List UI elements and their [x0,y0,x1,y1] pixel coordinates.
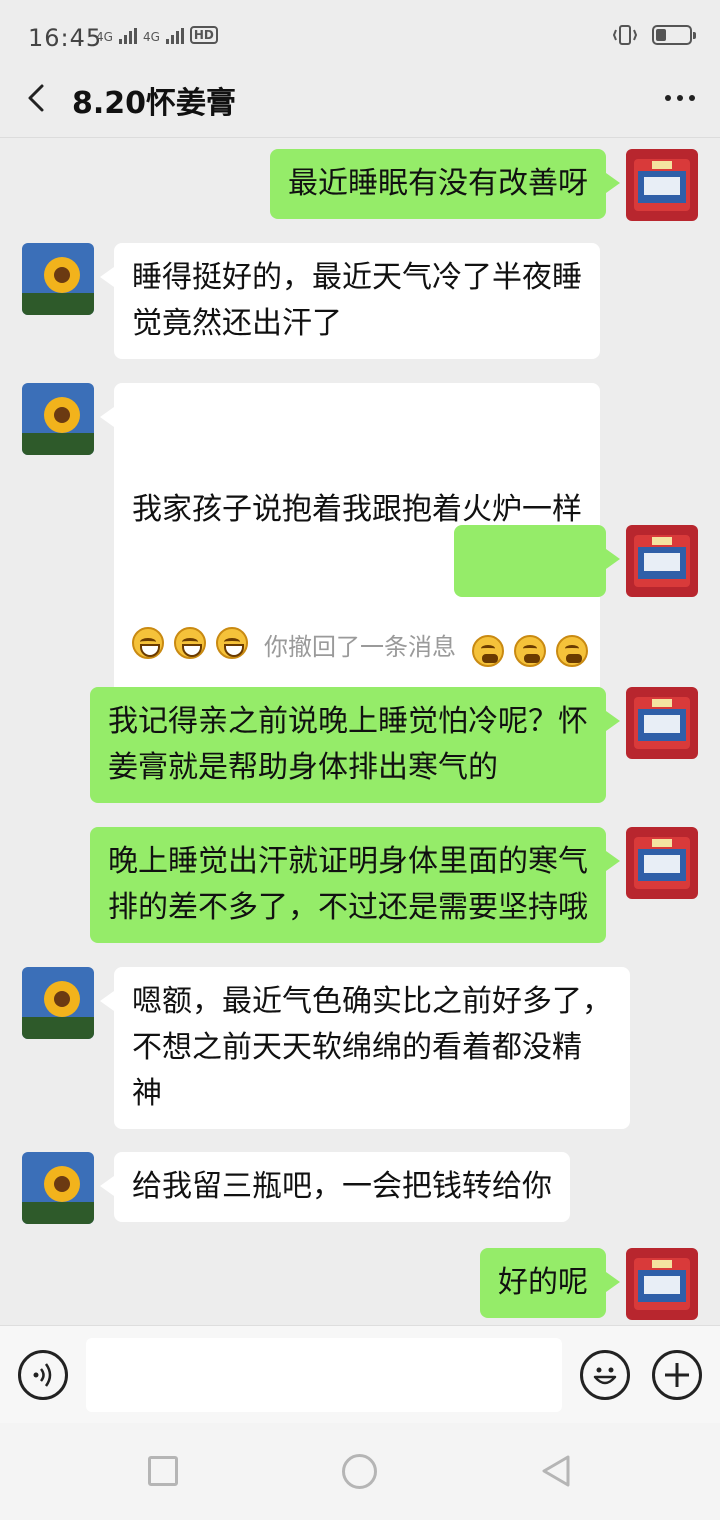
recall-notice: 你撤回了一条消息 [264,633,456,661]
system-navigation-bar [0,1423,720,1520]
battery-icon [652,25,696,45]
nav-back-icon[interactable] [538,1453,574,1489]
product-box-avatar[interactable] [626,687,698,759]
more-options-icon[interactable] [658,78,702,118]
hd-badge: HD [189,26,218,44]
back-arrow-icon[interactable] [18,78,58,118]
message-row: 睡得挺好的，最近天气冷了半夜睡 觉竟然还出汗了 [0,243,720,363]
more-actions-button[interactable] [652,1350,702,1400]
product-box-avatar[interactable] [626,149,698,221]
signal-icon [165,28,184,44]
voice-icon [33,1363,52,1387]
sunflower-avatar[interactable] [22,243,94,315]
chat-message-list[interactable]: 最近睡眠有没有改善呀 睡得挺好的，最近天气冷了半夜睡 觉竟然还出汗了 我家孩子说… [0,139,720,1325]
network-label-1: 4G [96,30,113,44]
message-row: 最近睡眠有没有改善呀 [0,149,720,223]
message-text-input[interactable] [86,1338,562,1412]
message-row: 嗯额，最近气色确实比之前好多了， 不想之前天天软绵绵的看着都没精 神 [0,967,720,1131]
my-message-bubble[interactable]: 最近睡眠有没有改善呀 [270,149,620,219]
message-row: 我家孩子说抱着我跟抱着火炉一样 [0,383,720,763]
smiley-icon [593,1367,617,1385]
signal-icon [118,28,137,44]
product-box-avatar[interactable] [626,525,698,597]
product-box-avatar[interactable] [626,1248,698,1320]
message-row: 我记得亲之前说晚上睡觉怕冷呢？怀 姜膏就是帮助身体排出寒气的 [0,687,720,807]
recent-apps-icon[interactable] [148,1456,178,1486]
battery-level [656,29,666,41]
voice-input-button[interactable] [18,1350,68,1400]
vibrate-icon [612,25,638,45]
their-message-bubble[interactable]: 给我留三瓶吧，一会把钱转给你 [100,1152,570,1222]
sunflower-avatar[interactable] [22,967,94,1039]
my-message-bubble[interactable]: 晚上睡觉出汗就证明身体里面的寒气 排的差不多了，不过还是需要坚持哦 [90,827,620,943]
chat-header: 8.20怀姜膏 [0,60,720,138]
status-time: 16:45 [28,24,103,52]
message-row [0,525,720,667]
my-message-bubble[interactable]: 好的呢 [480,1248,620,1318]
network-indicators: 4G 4G HD [96,26,218,44]
their-message-bubble[interactable]: 嗯额，最近气色确实比之前好多了， 不想之前天天软绵绵的看着都没精 神 [100,967,630,1129]
message-row: 好的呢 [0,1248,720,1322]
product-box-avatar[interactable] [626,827,698,899]
chat-title: 8.20怀姜膏 [72,86,237,121]
message-row: 给我留三瓶吧，一会把钱转给你 [0,1152,720,1226]
my-message-bubble[interactable]: 我记得亲之前说晚上睡觉怕冷呢？怀 姜膏就是帮助身体排出寒气的 [90,687,620,803]
their-message-bubble[interactable]: 睡得挺好的，最近天气冷了半夜睡 觉竟然还出汗了 [100,243,600,359]
message-row: 晚上睡觉出汗就证明身体里面的寒气 排的差不多了，不过还是需要坚持哦 [0,827,720,947]
my-message-bubble[interactable] [454,525,620,667]
emoji-picker-button[interactable] [580,1350,630,1400]
home-icon[interactable] [342,1454,377,1489]
network-label-2: 4G [142,30,160,44]
sunflower-avatar[interactable] [22,1152,94,1224]
sunflower-avatar[interactable] [22,383,94,455]
plus-icon [665,1363,689,1387]
message-input-bar [0,1325,720,1423]
